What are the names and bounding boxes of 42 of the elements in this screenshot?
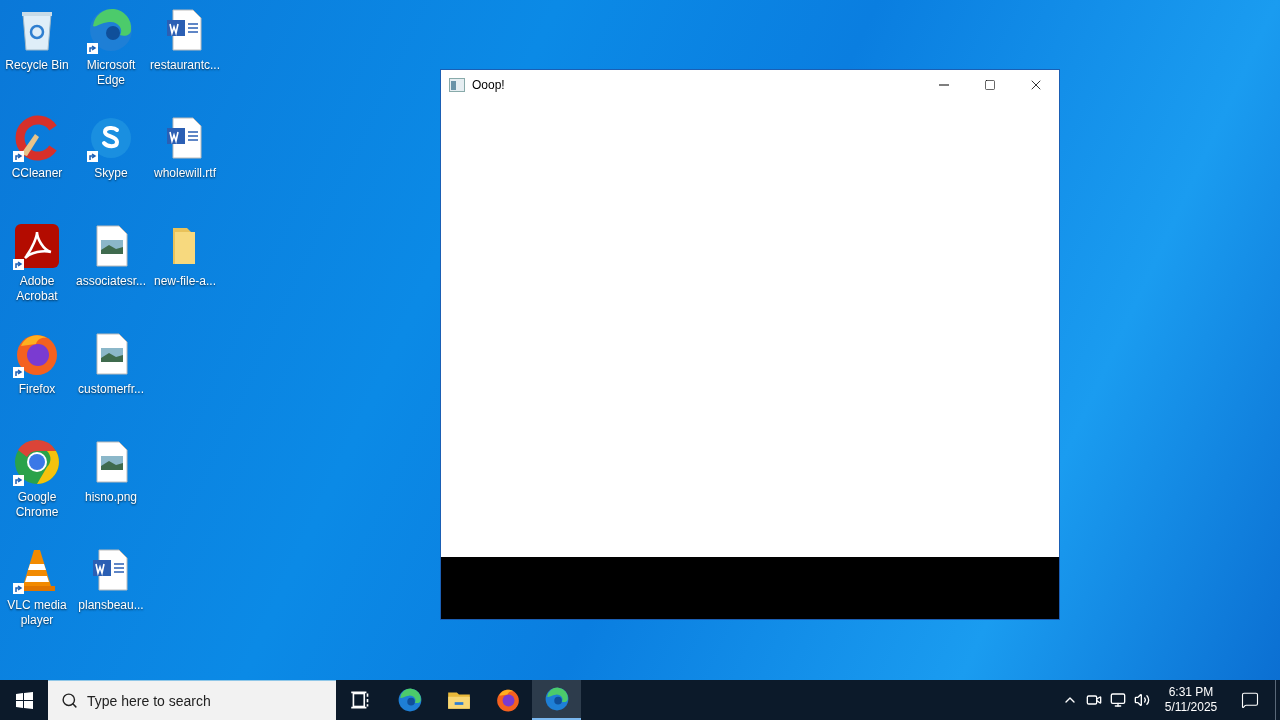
desktop-icon-label[interactable]: new-file-a... [148,274,222,289]
shortcut-arrow-icon [13,367,24,378]
desktop-icon-label[interactable]: VLC media player [0,598,74,628]
desktop-icon-label[interactable]: CCleaner [0,166,74,181]
shortcut-arrow-icon [13,259,24,270]
clock[interactable]: 6:31 PM 5/11/2025 [1154,680,1228,720]
edge-icon [543,686,570,712]
desktop-icon-label[interactable]: wholewill.rtf [148,166,222,181]
desktop-icon-label[interactable]: Firefox [0,382,74,397]
network-icon[interactable] [1110,692,1126,708]
camera-icon[interactable] [1086,692,1102,708]
chrome-icon [13,438,61,486]
volume-icon[interactable] [1134,692,1150,708]
firefox-icon [494,687,521,713]
shortcut-arrow-icon [13,475,24,486]
acrobat-icon [13,222,61,270]
desktop-icon-label[interactable]: Recycle Bin [0,58,74,73]
shortcut-arrow-icon [13,583,24,594]
minimize-icon [939,83,949,86]
desktop-icon-label[interactable]: Microsoft Edge [74,58,148,88]
desktop-icon-label[interactable]: hisno.png [74,490,148,505]
maximize-icon [984,78,996,91]
shortcut-arrow-icon [13,151,24,162]
desktop-icon-label[interactable]: Skype [74,166,148,181]
desktop-icon-label[interactable]: Adobe Acrobat [0,274,74,304]
search-field[interactable]: Type here to search [48,680,336,720]
desktop-icon-label[interactable]: customerfr... [74,382,148,397]
edge-icon [87,6,135,54]
desktop-icon-label[interactable]: restaurantc... [148,58,222,73]
search-icon [61,692,78,709]
windows-logo-icon [15,691,33,709]
clock-date: 5/11/2025 [1164,700,1218,715]
notifications-icon [1241,691,1259,709]
clock-time: 6:31 PM [1168,685,1214,700]
app-icon [449,77,465,92]
window-title: Ooop! [472,76,505,94]
edge-icon [396,687,423,713]
shortcut-arrow-icon [87,151,98,162]
shortcut-arrow-icon [87,43,98,54]
desktop-icon-label[interactable]: Google Chrome [0,490,74,520]
desktop-icon-label[interactable]: plansbeau... [74,598,148,613]
desktop-icon-label[interactable]: associatesr... [74,274,148,289]
